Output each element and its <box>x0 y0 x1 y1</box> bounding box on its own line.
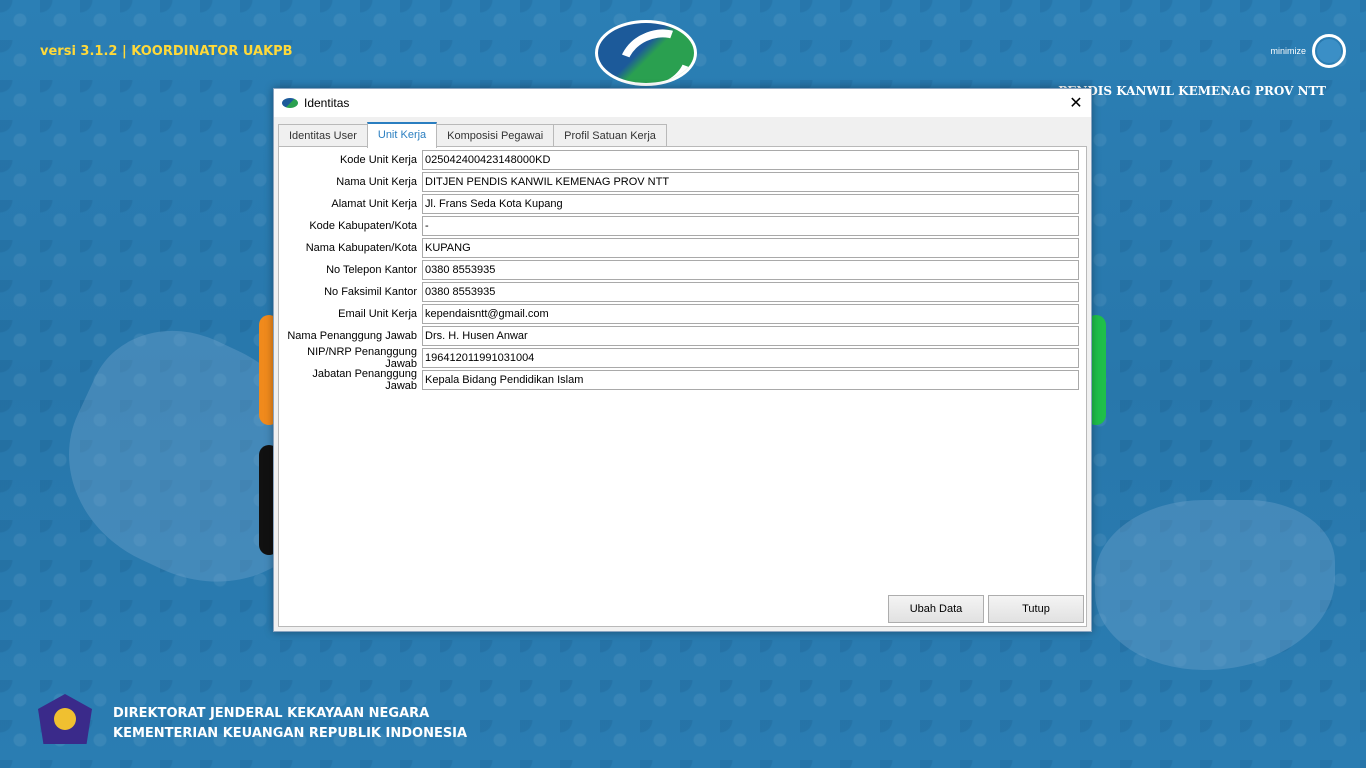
field-label: No Telepon Kantor <box>326 264 417 276</box>
tab-unit-kerja[interactable]: Unit Kerja <box>366 122 438 148</box>
field-label: Nama Penanggung Jawab <box>287 330 417 342</box>
form-row-nip: NIP/NRP Penanggung Jawab <box>279 346 1079 370</box>
field-label: No Faksimil Kantor <box>324 286 417 298</box>
form-row-penanggung-jawab: Nama Penanggung Jawab <box>279 326 1079 346</box>
form-row-faksimil: No Faksimil Kantor <box>279 282 1079 302</box>
nip-field[interactable] <box>422 348 1079 368</box>
faksimil-field[interactable] <box>422 282 1079 302</box>
dialog-titlebar[interactable]: Identitas ✕ <box>274 89 1091 117</box>
field-label: Email Unit Kerja <box>338 308 417 320</box>
field-label: Alamat Unit Kerja <box>331 198 417 210</box>
form-row-jabatan: Jabatan Penanggung Jawab <box>279 368 1079 392</box>
app-icon <box>282 98 298 108</box>
minimize-icon[interactable] <box>1312 34 1346 68</box>
minimize-control[interactable]: minimize <box>1270 34 1346 68</box>
penanggung-jawab-field[interactable] <box>422 326 1079 346</box>
version-label: versi 3.1.2 | KOORDINATOR UAKPB <box>40 44 293 59</box>
tutup-button[interactable]: Tutup <box>988 595 1084 623</box>
unit-title: PENDIS KANWIL KEMENAG PROV NTT <box>1058 84 1326 98</box>
form-row-nama-unit-kerja: Nama Unit Kerja <box>279 172 1079 192</box>
field-label: Nama Kabupaten/Kota <box>305 242 417 254</box>
alamat-unit-kerja-field[interactable] <box>422 194 1079 214</box>
form-row-alamat-unit-kerja: Alamat Unit Kerja <box>279 194 1079 214</box>
kode-unit-kerja-field[interactable] <box>422 150 1079 170</box>
app-logo <box>595 20 697 86</box>
nama-unit-kerja-field[interactable] <box>422 172 1079 192</box>
dialog-title: Identitas <box>304 96 350 110</box>
field-label: Kode Kabupaten/Kota <box>309 220 417 232</box>
field-label: Nama Unit Kerja <box>336 176 417 188</box>
field-label: Kode Unit Kerja <box>339 154 417 166</box>
tab-bar: Identitas User Unit Kerja Komposisi Pega… <box>278 122 667 148</box>
tab-identitas-user[interactable]: Identitas User <box>278 124 368 147</box>
field-label: Jabatan Penanggung Jawab <box>312 368 417 392</box>
email-field[interactable] <box>422 304 1079 324</box>
unit-kerja-panel: Kode Unit Kerja Nama Unit Kerja Alamat U… <box>278 146 1087 627</box>
form-row-kode-kabupaten: Kode Kabupaten/Kota <box>279 216 1079 236</box>
close-icon[interactable]: ✕ <box>1061 89 1091 117</box>
field-label: NIP/NRP Penanggung Jawab <box>307 346 417 370</box>
form-row-nama-kabupaten: Nama Kabupaten/Kota <box>279 238 1079 258</box>
tab-profil-satuan-kerja[interactable]: Profil Satuan Kerja <box>553 124 667 147</box>
jabatan-field[interactable] <box>422 370 1079 390</box>
kode-kabupaten-field[interactable] <box>422 216 1079 236</box>
tab-komposisi-pegawai[interactable]: Komposisi Pegawai <box>436 124 555 147</box>
nama-kabupaten-field[interactable] <box>422 238 1079 258</box>
form-row-telepon: No Telepon Kantor <box>279 260 1079 280</box>
footer-caption: DIREKTORAT JENDERAL KEKAYAAN NEGARA KEME… <box>113 704 467 744</box>
minimize-label: minimize <box>1270 46 1306 56</box>
ubah-data-button[interactable]: Ubah Data <box>888 595 984 623</box>
form-row-email: Email Unit Kerja <box>279 304 1079 324</box>
footer-line-1: DIREKTORAT JENDERAL KEKAYAAN NEGARA <box>113 706 430 721</box>
footer-line-2: KEMENTERIAN KEUANGAN REPUBLIK INDONESIA <box>113 726 468 741</box>
identitas-dialog: Identitas ✕ Identitas User Unit Kerja Ko… <box>273 88 1092 632</box>
form-row-kode-unit-kerja: Kode Unit Kerja <box>279 150 1079 170</box>
telepon-field[interactable] <box>422 260 1079 280</box>
